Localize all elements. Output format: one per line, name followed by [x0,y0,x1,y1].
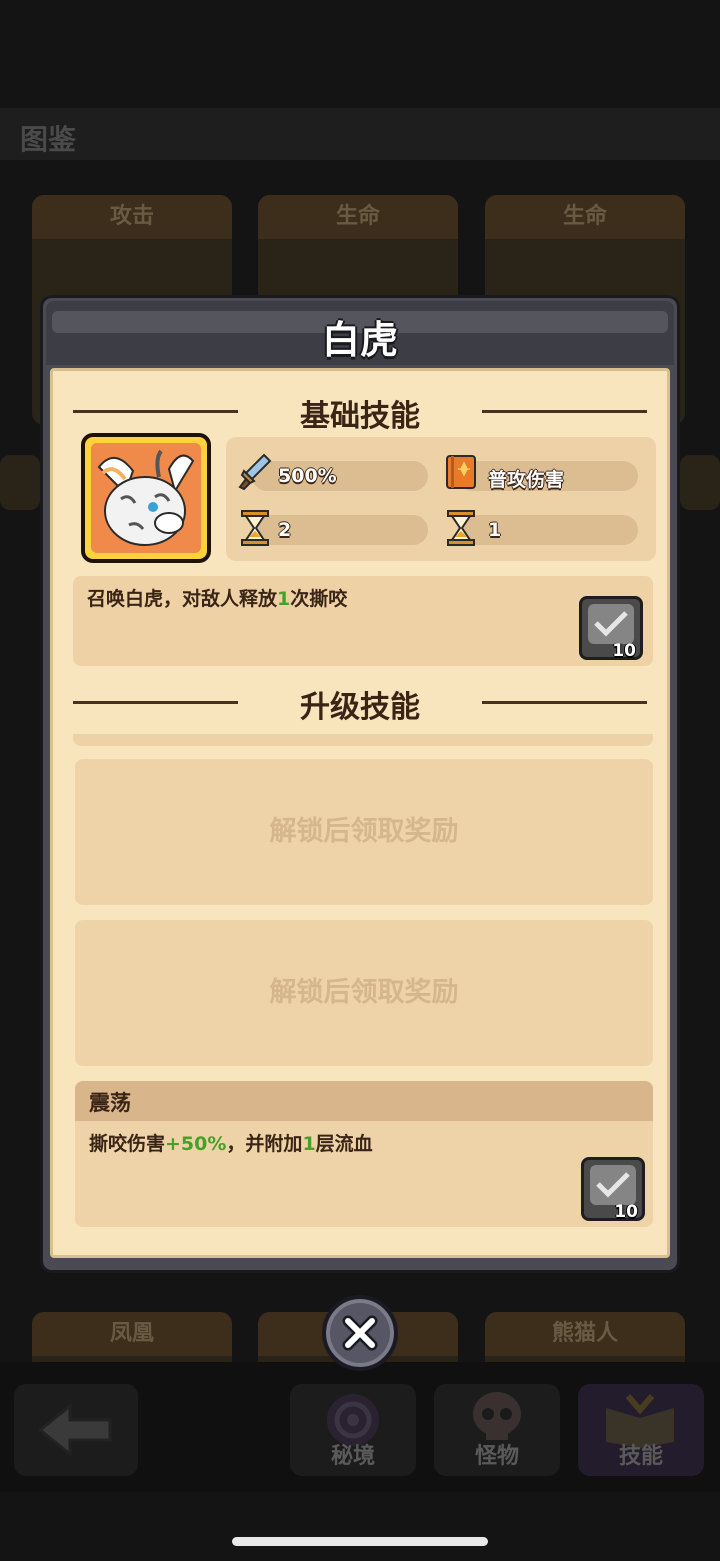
nav-label: 怪物 [474,1444,519,1469]
sword-icon [238,453,272,491]
skill-panel: 基础技能 500% 普攻伤害 2 1 召唤白虎，对敌人释放1次撕咬 10 升级技… [50,368,670,1258]
skill-detail-modal: 白虎 基础技能 500% 普攻伤害 2 1 召唤白虎，对敌人释放1次撕咬 10 … [40,295,680,1273]
desc-highlight: +50% [165,1133,227,1155]
skill-description-text: 召唤白虎，对敌人释放1次撕咬 [87,584,347,611]
basic-skill-header: 基础技能 [53,385,667,435]
cooldown-value: 2 [278,519,292,541]
nav-label: 技能 [618,1444,663,1469]
skill-name: 震荡 [89,1091,131,1115]
nav-secret-realm[interactable]: 秘境 [290,1384,416,1476]
bottom-nav: 秘境 怪物 技能 [0,1362,720,1492]
upgrade-stone-icon [594,611,628,637]
background-card-label: 生命 [258,195,458,239]
locked-reward-slot[interactable]: 解锁后领取奖励 [75,920,653,1066]
damage-type-value: 普攻伤害 [488,469,565,491]
home-indicator[interactable] [232,1537,488,1546]
white-tiger-icon [91,443,201,553]
desc-prefix: 召唤白虎，对敌人释放 [87,588,278,610]
background-card-label: 攻击 [32,195,232,239]
cooldown-stat: 2 [252,515,428,545]
upgrade-list-stub [73,734,653,746]
upgrade-cost-count: 10 [612,641,636,661]
skill-card-description: 撕咬伤害+50%，并附加1层流血 [89,1129,373,1156]
damage-stat: 500% [252,461,428,491]
desc-highlight: 1 [302,1133,316,1155]
section-title: 基础技能 [300,399,420,434]
close-icon [342,1315,378,1351]
desc-suffix: 次撕咬 [290,588,348,610]
divider [482,410,647,413]
spell-book-icon [446,455,476,489]
locked-reward-slot[interactable]: 解锁后领取奖励 [75,759,653,905]
damage-type-stat: 普攻伤害 [458,461,638,491]
upgrade-cost-count: 10 [614,1202,638,1222]
upgrade-stone-button[interactable]: 10 [581,1157,645,1222]
close-button[interactable] [322,1295,398,1371]
desc-prefix: 撕咬伤害 [89,1133,166,1155]
white-tiger-portrait [81,433,211,563]
upgrade-skill-card: 震荡 撕咬伤害+50%，并附加1层流血 10 [75,1081,653,1227]
background-card-label: 生命 [485,195,685,239]
duration-value: 1 [488,519,502,541]
section-title: 升级技能 [300,690,420,725]
background-strip [680,455,720,510]
background-header: 图鉴 [0,108,720,160]
desc-mid: ，并附加 [226,1133,303,1155]
nav-skills[interactable]: 技能 [578,1384,704,1476]
modal-title-bar: 白虎 [46,301,674,365]
skill-name-bar: 震荡 [75,1081,653,1121]
upgrade-stone-button[interactable]: 10 [579,596,643,661]
back-button[interactable] [14,1384,138,1476]
skill-description: 召唤白虎，对敌人释放1次撕咬 10 [73,576,653,666]
modal-title: 白虎 [321,318,398,362]
desc-highlight: 1 [277,588,291,610]
hourglass-icon [241,510,269,546]
background-title: 图鉴 [20,123,77,156]
duration-stat: 1 [458,515,638,545]
upgrade-stone-icon [596,1172,630,1198]
nav-monsters[interactable]: 怪物 [434,1384,560,1476]
damage-value: 500% [278,465,337,487]
skill-stats: 500% 普攻伤害 2 1 [226,437,656,561]
background-strip [0,455,40,510]
nav-label: 秘境 [330,1444,375,1469]
background-card-label: 熊猫人 [485,1312,685,1356]
hourglass-charge-icon [447,510,475,546]
upgrade-skill-header: 升级技能 [53,676,667,726]
divider [482,701,647,704]
background-card-label: 凤凰 [32,1312,232,1356]
desc-suffix: 层流血 [315,1133,373,1155]
back-arrow-icon [37,1402,112,1458]
